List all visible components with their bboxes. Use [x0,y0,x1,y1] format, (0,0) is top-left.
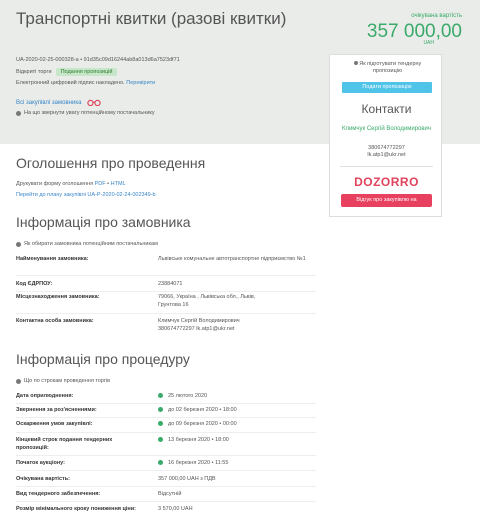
procedure-row-value: до 02 березня 2020 • 18:00 [168,407,237,413]
plan-link[interactable]: Перейти до плану закупівлі UA-P-2020-02-… [16,192,156,198]
info-icon [353,61,358,65]
procedure-row-label: Очікувана вартість: [16,476,70,482]
verify-signature-link[interactable]: Перевірити [126,80,155,86]
contacts-title: Контакти [361,102,412,116]
expected-currency: UAH [423,40,434,46]
clock-icon [158,407,163,413]
supplier-hint[interactable]: На що звернути увагу потенційному постач… [16,110,155,116]
buyer-row-value: 79066, Україна , Львівська обл., Львів, … [158,294,256,308]
row-divider [16,455,316,456]
submit-bid-button[interactable]: Подати пропозицію [342,82,432,93]
print-form-label: Друкувати форму оголошення [16,181,94,187]
buyer-row-label: Найменування замовника: [16,256,89,262]
all-buyer-tenders-link[interactable]: Всі закупівлі замовника [16,99,102,106]
review-button[interactable]: Відгук про закупівлю на [341,194,432,207]
signature-note: Електронний цифровий підпис накладено. П… [16,80,155,86]
procedure-info-title: Інформація про процедуру [16,351,190,367]
procedure-row-value: 3 570,00 UAH [158,506,193,512]
row-divider [16,403,316,404]
clock-icon [158,437,163,443]
expected-value: 357 000,00 [366,21,462,42]
procedure-row-value-wrap: 25 лютого 2020 [158,393,308,401]
procedure-row-label: Розмір мінімального кроку пониження ціни… [16,506,136,512]
info-icon [16,110,21,116]
sidebar-card: Як підготувати тендерну пропозицію Подат… [329,54,442,217]
row-divider [16,470,316,471]
clock-icon [158,460,163,466]
contact-details: 380674772297 lk.atp1@ukr.net [330,145,443,160]
procedure-row-value: 357 000,00 UAH з ПДВ [158,476,216,482]
buyer-hint-text[interactable]: Як обирати замовника потенційним постача… [24,241,158,247]
procedure-row-label: Дата оприлюднення: [16,393,74,399]
procedure-row-value: 16 березня 2020 • 11:55 [168,460,229,466]
all-buyer-tenders-label[interactable]: Всі закупівлі замовника [16,100,81,106]
print-html-link[interactable]: HTML [111,181,126,187]
divider [340,166,433,167]
buyer-row-value: Климчук Сергій Володимирович 38067477229… [158,318,240,332]
supplier-hint-text[interactable]: На що звернути увагу потенційному постач… [24,110,155,116]
row-divider [16,417,316,418]
buyer-row-value: Львівське комунальне автотранспортне під… [158,256,306,262]
info-icon [16,378,21,384]
tender-id: UA-2020-02-25-000328-a • 91d35c09d16244a… [16,57,180,63]
row-divider [16,432,316,433]
contact-phone: 380674772297 [368,145,405,151]
procedure-row-label: Оскарження умов закупівлі: [16,421,93,427]
row-divider [16,313,316,314]
procedure-row-label: Звернення за роз'ясненнями: [16,407,97,413]
buyer-row-label: Код ЄДРПОУ: [16,281,53,287]
clock-icon [158,393,163,399]
procedure-row-value-wrap: до 02 березня 2020 • 18:00 [158,407,308,415]
procedure-type: Відкриті торги [16,69,52,75]
clock-icon [158,421,163,427]
buyer-row-label: Місцезнаходження замовника: [16,294,100,300]
contact-name: Климчук Сергій Володимирович [341,126,432,132]
signature-text: Електронний цифровий підпис накладено. [16,80,125,86]
buyer-hint[interactable]: Як обирати замовника потенційним постача… [16,241,158,247]
info-icon [16,241,21,247]
procedure-row-value-wrap: 16 березня 2020 • 11:55 [158,460,308,468]
row-divider [16,501,316,502]
print-pdf-link[interactable]: PDF [95,181,106,187]
procedure-row-label: Початок аукціону: [16,460,65,466]
procedure-row-value: 13 березня 2020 • 18:00 [168,437,229,443]
procedure-row-value: 25 лютого 2020 [168,393,208,399]
buyer-row-value: 23884071 [158,281,183,287]
page-title: Транспортні квитки (разові квитки) [16,9,287,28]
buyer-row-label: Контактна особа замовника: [16,318,94,324]
glasses-icon [87,99,102,106]
row-divider [16,291,316,292]
procedure-row-value-wrap: 13 березня 2020 • 18:00 [158,437,308,445]
row-divider [16,275,316,276]
how-to-prepare-label[interactable]: Як підготувати тендерну пропозицію [359,61,421,74]
status-badge: Подання пропозицій [55,68,118,76]
print-form-row: Друкувати форму оголошення PDF • HTML [16,181,126,187]
procedure-row-label: Вид тендерного забезпечення: [16,491,101,497]
procedure-row-value: Відсутній [158,491,182,497]
procedure-row-value: до 09 березня 2020 • 00:00 [168,421,237,427]
dozorro-logo: DOZORRO [354,175,419,189]
procedure-row-label: Кінцевий строк подання тендерних пропози… [16,437,113,451]
procedure-hint-text[interactable]: Що по строкам проведення торгів [24,378,110,384]
announcement-title: Оголошення про проведення [16,155,206,171]
contact-email[interactable]: lk.atp1@ukr.net [330,152,443,159]
row-divider [16,486,316,487]
procedure-hint[interactable]: Що по строкам проведення торгів [16,378,110,384]
procedure-row-value-wrap: до 09 березня 2020 • 00:00 [158,421,308,429]
buyer-info-title: Інформація про замовника [16,214,191,230]
status-row: Відкриті торги Подання пропозицій [16,68,118,76]
how-to-prepare-text: Як підготувати тендерну пропозицію [340,61,435,76]
expected-value-label: очікувана вартість [411,13,462,19]
